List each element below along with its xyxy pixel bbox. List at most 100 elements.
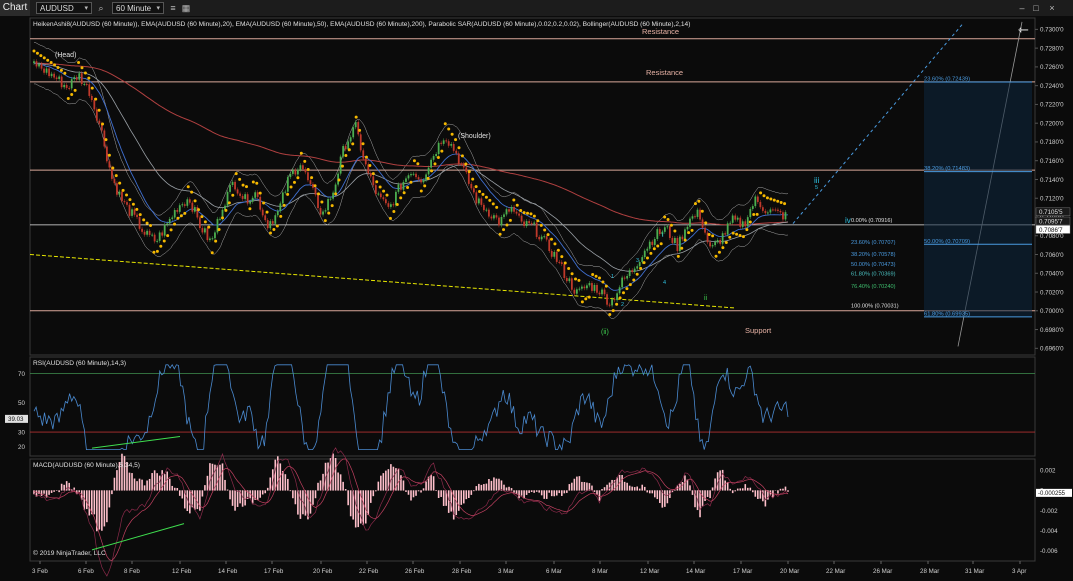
macd-histogram-bar: [136, 481, 138, 491]
chart-toolbar: Chart AUDUSD ▾ 60 Minute ▾ ⌕ ≡ ▦ – □ ×: [0, 0, 1073, 17]
heiken-ashi-candle: [161, 232, 164, 236]
macd-histogram-bar: [586, 482, 588, 491]
macd-histogram-bar: [63, 484, 65, 491]
back-arrow-icon[interactable]: ⇽: [1018, 22, 1029, 37]
heiken-ashi-candle: [581, 286, 583, 289]
heiken-ashi-candle: [533, 222, 536, 224]
macd-histogram-bar: [364, 490, 367, 524]
heiken-ashi-candle: [206, 228, 209, 241]
heiken-ashi-candle: [294, 170, 297, 175]
sar-dot: [53, 63, 57, 67]
sar-dot: [474, 185, 478, 189]
heiken-ashi-candle: [744, 221, 747, 227]
sar-dot: [656, 244, 660, 248]
macd-histogram-bar: [294, 490, 297, 505]
minimize-icon[interactable]: –: [1016, 2, 1028, 14]
heiken-ashi-candle: [198, 217, 201, 229]
sar-dot: [193, 199, 197, 203]
heiken-ashi-candle: [633, 268, 636, 272]
macd-histogram-bar: [568, 484, 571, 491]
sar-dot: [121, 188, 125, 192]
sar-dot: [752, 213, 756, 217]
heiken-ashi-candle: [520, 215, 523, 222]
heiken-ashi-candle: [291, 170, 294, 174]
macd-histogram-bar: [719, 470, 721, 491]
heiken-ashi-candle: [553, 251, 556, 257]
x-tick-label: 26 Mar: [873, 568, 892, 575]
macd-histogram-bar: [106, 490, 108, 523]
macd-histogram-bar: [199, 490, 201, 511]
macd-histogram-bar: [535, 490, 538, 492]
macd-histogram-bar: [621, 475, 623, 491]
heiken-ashi-candle: [598, 292, 601, 295]
sar-dot: [399, 196, 403, 200]
sar-dot: [721, 246, 725, 250]
heiken-ashi-candle: [575, 289, 578, 294]
chart-canvas: 0.7300'0 0.7280'0 0.7260'0 0.7240'0 0.7220'0…: [0, 16, 1073, 581]
heiken-ashi-candle: [766, 212, 769, 214]
sar-dot: [577, 278, 581, 282]
support-label: Support: [745, 326, 772, 335]
heiken-ashi-candle: [126, 202, 128, 205]
rsi-y-tick: 70: [18, 371, 25, 378]
heiken-ashi-candle: [736, 217, 739, 220]
macd-histogram-bar: [256, 490, 259, 500]
interval-selector[interactable]: 60 Minute ▾: [112, 2, 164, 14]
heiken-ashi-candle: [430, 159, 433, 168]
heiken-ashi-candle: [777, 209, 779, 211]
bar-type-icon[interactable]: ▦: [180, 2, 192, 14]
macd-histogram-bar: [229, 490, 231, 500]
sar-dot: [645, 256, 649, 260]
macd-histogram-bar: [312, 490, 314, 505]
macd-histogram-bar: [555, 490, 558, 496]
sar-dot: [512, 198, 516, 202]
heiken-ashi-candle: [249, 201, 252, 204]
sar-dot: [49, 61, 53, 65]
heiken-ashi-candle: [236, 189, 239, 194]
maximize-icon[interactable]: □: [1030, 2, 1042, 14]
macd-histogram-bar: [636, 486, 638, 491]
heiken-ashi-candle: [241, 195, 244, 199]
interval-settings-icon[interactable]: ≡: [167, 2, 179, 14]
fib-right-label: 50.00% (0.70709): [924, 239, 970, 245]
sar-dot: [553, 242, 557, 246]
heiken-ashi-candle: [573, 289, 576, 294]
sar-dot: [203, 220, 207, 224]
heiken-ashi-candle: [133, 209, 136, 215]
close-icon[interactable]: ×: [1046, 2, 1058, 14]
macd-histogram-bar: [432, 476, 435, 491]
macd-histogram-bar: [50, 490, 53, 493]
sar-dot: [87, 76, 91, 80]
instrument-search-icon[interactable]: ⌕: [95, 2, 107, 14]
heiken-ashi-candle: [309, 180, 312, 185]
sar-dot: [316, 192, 320, 196]
heiken-ashi-candle: [70, 79, 73, 89]
macd-histogram-bar: [746, 487, 749, 491]
instrument-selector[interactable]: AUDUSD ▾: [36, 2, 92, 14]
macd-histogram-bar: [194, 490, 196, 510]
heiken-ashi-candle: [686, 226, 689, 230]
heiken-ashi-candle: [322, 211, 324, 215]
heiken-ashi-candle: [485, 209, 488, 211]
macd-histogram-bar: [518, 490, 520, 499]
heiken-ashi-candle: [626, 275, 629, 279]
sar-dot: [628, 283, 632, 287]
heiken-ashi-candle: [38, 63, 40, 67]
heiken-ashi-candle: [701, 219, 704, 228]
price-y-tick: 0.7120'0: [1040, 196, 1064, 203]
chart-tab[interactable]: Chart: [0, 0, 30, 16]
macd-histogram-bar: [606, 484, 608, 491]
heiken-ashi-candle: [219, 218, 221, 220]
heiken-ashi-candle: [493, 215, 495, 219]
sar-dot: [436, 156, 440, 160]
macd-histogram-bar: [726, 482, 729, 491]
macd-histogram-bar: [68, 482, 70, 491]
sar-dot: [755, 212, 759, 216]
heiken-ashi-candle: [495, 215, 498, 218]
heiken-ashi-candle: [518, 213, 520, 216]
sar-dot: [320, 200, 324, 204]
macd-histogram-bar: [731, 490, 734, 494]
sar-dot: [90, 86, 94, 90]
heiken-ashi-candle: [98, 120, 101, 124]
heiken-ashi-candle: [214, 232, 216, 239]
